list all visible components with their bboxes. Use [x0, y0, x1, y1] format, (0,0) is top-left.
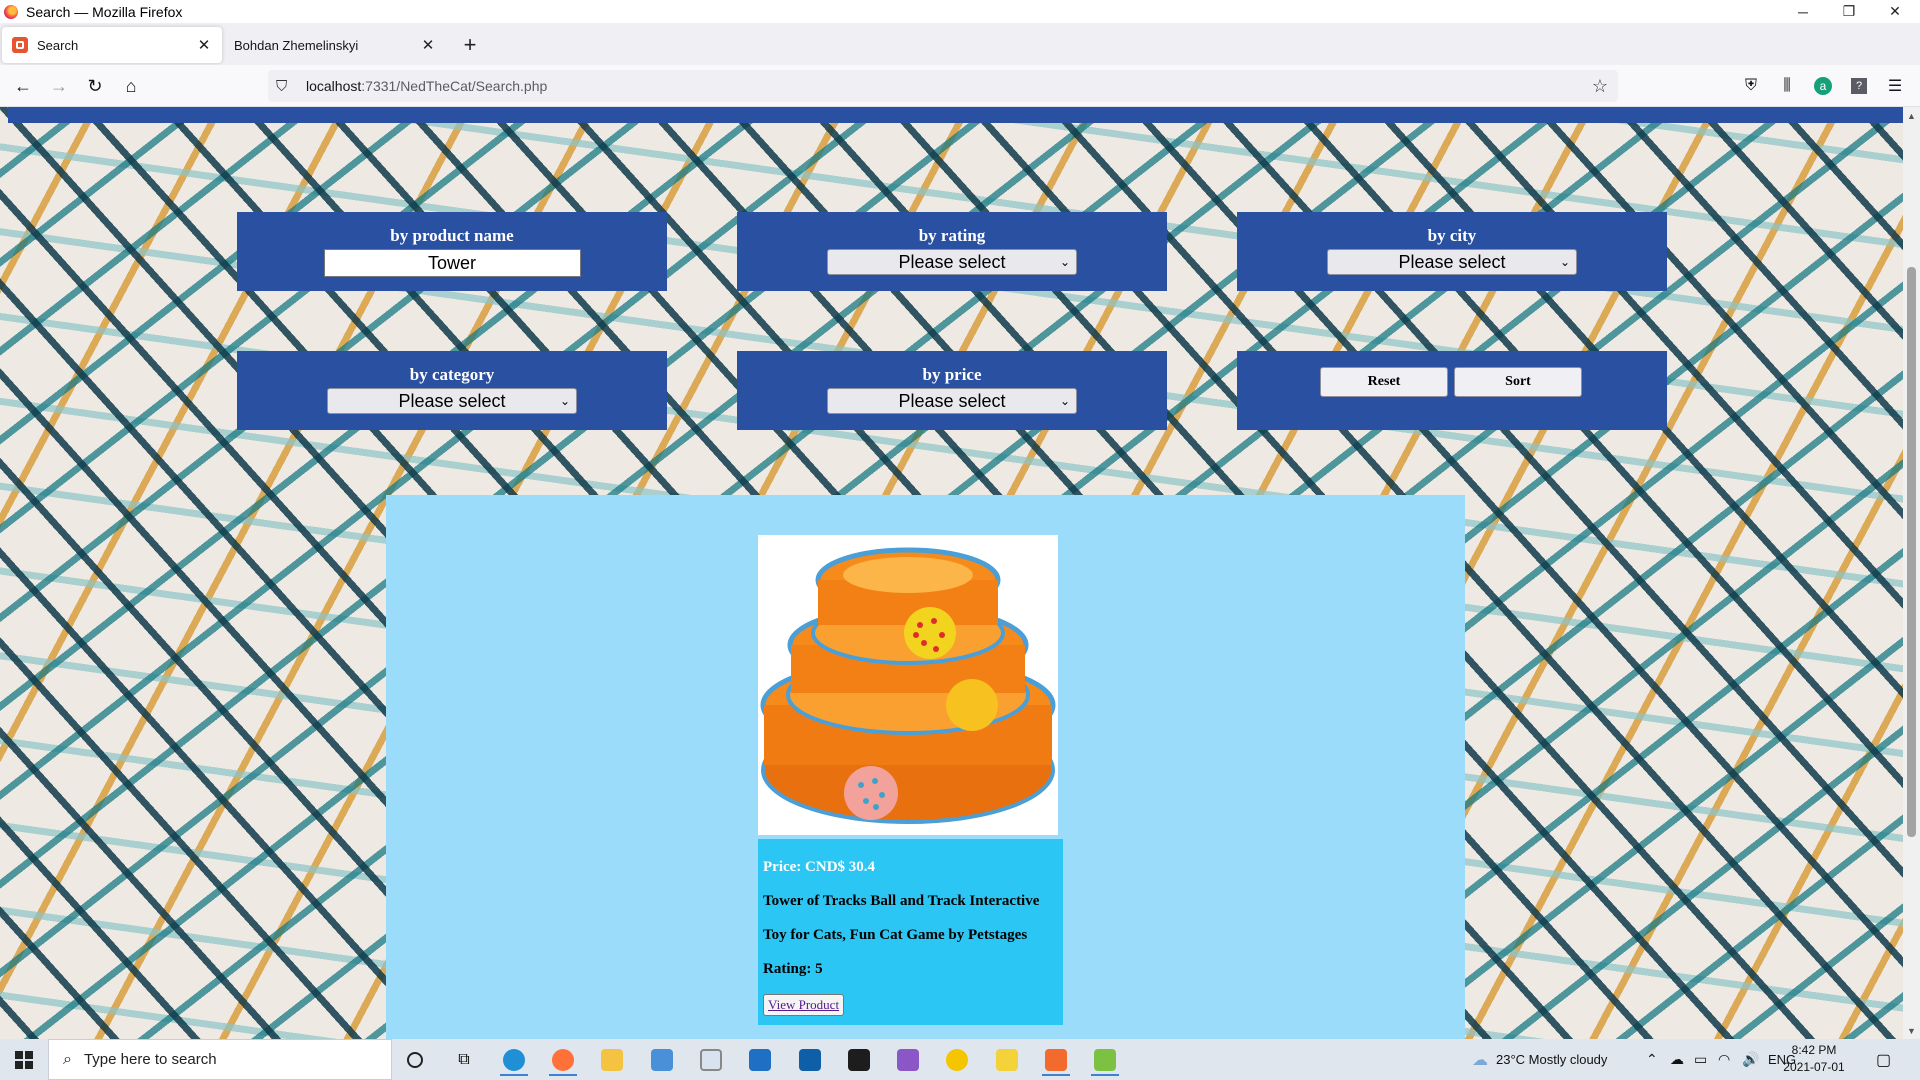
filter-city: by city Please select ⌄ [1237, 212, 1667, 291]
filter-label: by rating [918, 226, 986, 245]
page-header-bar [8, 107, 1903, 123]
weather-widget[interactable]: ☁ 23°C Mostly cloudy [1472, 1039, 1607, 1080]
home-icon[interactable]: ⌂ [117, 72, 145, 100]
view-product-button[interactable]: View Product [763, 994, 845, 1016]
close-tab-icon[interactable]: ✕ [194, 35, 214, 55]
filter-rating: by rating Please select ⌄ [737, 212, 1167, 291]
windows-taskbar: ⌕ Type here to search ⧉ ☁ 23°C Mostly cl… [0, 1039, 1920, 1080]
window-titlebar: Search — Mozilla Firefox ─ ❐ ✕ [0, 0, 1920, 23]
firefox-icon [4, 4, 18, 19]
wifi-icon[interactable]: ◠ [1718, 1039, 1730, 1080]
tab-strip: Search ✕ Bohdan Zhemelinskyi ✕ + [0, 23, 1920, 65]
file-explorer-icon[interactable] [592, 1043, 632, 1076]
volume-icon[interactable]: 🔊 [1742, 1039, 1759, 1080]
filter-label: by city [1427, 226, 1477, 245]
edge-icon[interactable] [494, 1043, 534, 1076]
windows-start-icon[interactable] [0, 1039, 48, 1080]
close-tab-icon[interactable]: ✕ [418, 35, 438, 55]
cloud-icon: ☁ [1472, 1051, 1488, 1069]
cat-toy-tower-image [760, 547, 1056, 824]
tab-label: Search [37, 37, 79, 53]
city-select[interactable]: Please select ⌄ [1327, 249, 1577, 275]
clock-date: 2021-07-01 [1783, 1060, 1845, 1074]
filter-actions: Reset Sort [1237, 351, 1667, 430]
visual-studio-icon[interactable] [888, 1043, 928, 1076]
results-panel: Price: CND$ 30.4 Tower of Tracks Ball an… [386, 495, 1465, 1039]
site-favicon-icon [12, 37, 28, 53]
chevron-down-icon: ⌄ [559, 394, 570, 408]
paint-icon[interactable] [691, 1043, 731, 1076]
price-select[interactable]: Please select ⌄ [827, 388, 1077, 414]
minimize-button[interactable]: ─ [1780, 0, 1826, 23]
remote-desktop-icon[interactable] [642, 1043, 682, 1076]
account-icon[interactable]: a [1809, 72, 1837, 100]
tab-search[interactable]: Search ✕ [2, 27, 222, 63]
search-icon: ⌕ [63, 1050, 72, 1068]
task-view-icon[interactable]: ⧉ [444, 1043, 484, 1076]
mail-icon[interactable] [740, 1043, 780, 1076]
product-title-line2: Toy for Cats, Fun Cat Game by Petstages [763, 927, 1028, 943]
taskbar-search-placeholder: Type here to search [83, 1051, 217, 1068]
filter-category: by category Please select ⌄ [237, 351, 667, 430]
product-title-line1: Tower of Tracks Ball and Track Interacti… [763, 893, 1040, 909]
forward-icon[interactable]: → [45, 72, 73, 100]
restore-button[interactable]: ❐ [1826, 0, 1872, 23]
tab-bohdan[interactable]: Bohdan Zhemelinskyi ✕ [224, 27, 446, 63]
product-name-input[interactable]: Tower [323, 249, 581, 277]
filter-label: by category [409, 365, 495, 384]
product-image[interactable] [758, 535, 1058, 835]
pocket-icon[interactable]: ⛨ [1737, 72, 1765, 100]
url-bar[interactable]: ⛉ ▭ localhost:7331/NedTheCat/Search.php … [268, 70, 1618, 1080]
page-content: by product name Tower by rating Please s… [0, 107, 1903, 1039]
menu-icon[interactable]: ☰ [1881, 72, 1909, 100]
filter-label: by price [922, 365, 982, 384]
clock-time: 8:42 PM [1791, 1043, 1837, 1057]
close-window-button[interactable]: ✕ [1872, 0, 1918, 23]
filter-label: by product name [390, 226, 514, 245]
tab-label: Bohdan Zhemelinskyi [234, 37, 359, 53]
library-icon[interactable]: ⫼ [1773, 72, 1801, 100]
category-select[interactable]: Please select ⌄ [327, 388, 577, 414]
back-icon[interactable]: ← [9, 72, 37, 100]
filter-product-name: by product name Tower [237, 212, 667, 291]
chevron-down-icon: ⌄ [1559, 255, 1570, 269]
scroll-up-icon[interactable]: ▲ [1903, 107, 1920, 124]
onedrive-icon[interactable]: ☁ [1670, 1039, 1684, 1080]
rating-select[interactable]: Please select ⌄ [827, 249, 1077, 275]
notepad-plus-icon[interactable] [1085, 1043, 1125, 1076]
tracking-shield-icon[interactable]: ⛉ [276, 78, 296, 95]
terminal-icon[interactable] [839, 1043, 879, 1076]
bookmark-star-icon[interactable]: ☆ [1592, 76, 1608, 97]
product-info: Price: CND$ 30.4 Tower of Tracks Ball an… [758, 839, 1063, 1025]
clock[interactable]: 8:42 PM 2021-07-01 [1782, 1042, 1846, 1076]
filter-price: by price Please select ⌄ [737, 351, 1167, 430]
chevron-down-icon: ⌄ [1059, 255, 1070, 269]
sticky-notes-icon[interactable] [987, 1043, 1027, 1076]
taskbar-search-box[interactable]: ⌕ Type here to search [48, 1039, 392, 1080]
xampp-icon[interactable] [1036, 1043, 1076, 1076]
product-price: Price: CND$ 30.4 [763, 859, 876, 875]
scroll-down-icon[interactable]: ▼ [1903, 1022, 1920, 1039]
norton-icon[interactable] [937, 1043, 977, 1076]
sort-button[interactable]: Sort [1454, 367, 1582, 397]
scrollbar-thumb[interactable] [1907, 267, 1916, 837]
product-rating: Rating: 5 [763, 961, 823, 977]
notifications-icon[interactable]: ▢ [1876, 1039, 1891, 1080]
battery-icon[interactable]: ▭ [1694, 1039, 1707, 1080]
extension-icon[interactable]: ? [1845, 72, 1873, 100]
firefox-taskbar-icon[interactable] [543, 1043, 583, 1076]
reset-button[interactable]: Reset [1320, 367, 1448, 397]
url-host: localhost [306, 78, 362, 94]
chevron-down-icon: ⌄ [1059, 394, 1070, 408]
url-path: :7331/NedTheCat/Search.php [361, 78, 548, 94]
show-hidden-icons[interactable]: ⌃ [1646, 1039, 1658, 1080]
reload-icon[interactable]: ↻ [81, 72, 109, 100]
window-title: Search — Mozilla Firefox [26, 3, 183, 20]
outlook-icon[interactable] [790, 1043, 830, 1076]
new-tab-button[interactable]: + [456, 31, 484, 59]
navigation-bar: ← → ↻ ⌂ ⛉ ▭ localhost:7331/NedTheCat/Sea… [0, 65, 1920, 1080]
page-scrollbar[interactable]: ▲ ▼ [1903, 107, 1920, 1039]
cortana-icon[interactable] [395, 1043, 435, 1076]
